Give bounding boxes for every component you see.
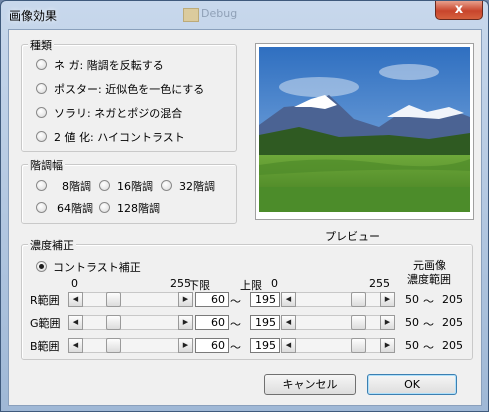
tone-64-label: 64階調 (57, 202, 93, 215)
g-upper-scrollbar[interactable]: ◀ ▶ (281, 315, 395, 330)
b-orig-lo: 50 (405, 339, 419, 352)
r-range-label: R範囲 (30, 294, 60, 307)
b-lower-thumb[interactable] (106, 338, 121, 353)
type-group: 種類 ネ ガ: 階調を反転する ポスター: 近似色を一色にする ソラリ: ネガと… (21, 37, 237, 152)
r-lower-input[interactable]: 60 (195, 292, 229, 307)
dialog-window: 画像効果 Debug x 種類 ネ ガ: 階調を反転する ポスター: 近似色を一… (0, 0, 489, 412)
binarize-label: 2 値 化: ハイコントラスト (54, 131, 185, 144)
lower-bound-label: 下限 (188, 279, 210, 292)
preview-frame (255, 43, 474, 220)
tilde: ～ (423, 341, 434, 354)
scroll-right-icon[interactable]: ▶ (178, 292, 193, 307)
tone-8-label: 8階調 (62, 180, 91, 193)
preview-label: プレビュー (325, 230, 380, 243)
tilde: ～ (230, 318, 241, 331)
scroll-right-icon[interactable]: ▶ (380, 292, 395, 307)
tone-64-radio[interactable] (36, 202, 47, 213)
b-lower-scrollbar[interactable]: ◀ ▶ (68, 338, 193, 353)
g-lower-input[interactable]: 60 (195, 315, 229, 330)
b-upper-input[interactable]: 195 (250, 338, 280, 353)
binarize-radio[interactable] (36, 131, 47, 142)
contrast-label: コントラスト補正 (53, 261, 141, 274)
r-upper-input[interactable]: 195 (250, 292, 280, 307)
g-lower-thumb[interactable] (106, 315, 121, 330)
tone-8-radio[interactable] (36, 180, 47, 191)
r-lower-thumb[interactable] (106, 292, 121, 307)
tilde: ～ (230, 341, 241, 354)
type-group-label: 種類 (28, 37, 54, 53)
tone-32-radio[interactable] (161, 180, 172, 191)
tone-32-label: 32階調 (179, 180, 215, 193)
b-range-label: B範囲 (30, 340, 60, 353)
negative-label: ネ ガ: 階調を反転する (54, 59, 164, 72)
poster-radio[interactable] (36, 83, 47, 94)
g-range-label: G範囲 (30, 317, 61, 330)
g-upper-input[interactable]: 195 (250, 315, 280, 330)
background-item-label: Debug (201, 7, 238, 20)
solarize-label: ソラリ: ネガとポジの混合 (54, 107, 183, 120)
lower-min-label: 0 (71, 277, 78, 290)
window-title: 画像効果 (9, 9, 58, 23)
tone-128-label: 128階調 (117, 202, 160, 215)
g-upper-thumb[interactable] (351, 315, 366, 330)
tone-16-radio[interactable] (99, 180, 110, 191)
solarize-radio[interactable] (36, 107, 47, 118)
b-lower-input[interactable]: 60 (195, 338, 229, 353)
scroll-right-icon[interactable]: ▶ (178, 338, 193, 353)
scroll-left-icon[interactable]: ◀ (281, 338, 296, 353)
title-bar[interactable]: 画像効果 Debug x (1, 1, 488, 29)
close-button[interactable]: x (435, 1, 483, 20)
scroll-left-icon[interactable]: ◀ (281, 315, 296, 330)
preview-image (259, 47, 470, 212)
tilde: ～ (230, 295, 241, 308)
b-upper-thumb[interactable] (351, 338, 366, 353)
scroll-right-icon[interactable]: ▶ (380, 315, 395, 330)
r-orig-hi: 205 (442, 293, 463, 306)
poster-label: ポスター: 近似色を一色にする (54, 83, 205, 96)
ok-button[interactable]: OK (367, 374, 457, 395)
tilde: ～ (423, 295, 434, 308)
folder-icon (183, 8, 199, 22)
b-upper-scrollbar[interactable]: ◀ ▶ (281, 338, 395, 353)
tone-group: 階調幅 8階調 16階調 32階調 64階調 128階調 (21, 157, 237, 224)
orig-range-label-2: 濃度範囲 (407, 273, 451, 286)
upper-max-label: 255 (369, 277, 390, 290)
scroll-left-icon[interactable]: ◀ (68, 315, 83, 330)
scroll-right-icon[interactable]: ▶ (178, 315, 193, 330)
tilde: ～ (423, 318, 434, 331)
scroll-right-icon[interactable]: ▶ (380, 338, 395, 353)
r-upper-scrollbar[interactable]: ◀ ▶ (281, 292, 395, 307)
density-group: 濃度補正 コントラスト補正 元画像 濃度範囲 0 255 下限 上限 0 255… (21, 237, 473, 360)
g-lower-scrollbar[interactable]: ◀ ▶ (68, 315, 193, 330)
r-orig-lo: 50 (405, 293, 419, 306)
scroll-left-icon[interactable]: ◀ (281, 292, 296, 307)
negative-radio[interactable] (36, 59, 47, 70)
dialog-client: 種類 ネ ガ: 階調を反転する ポスター: 近似色を一色にする ソラリ: ネガと… (8, 29, 482, 406)
tone-group-label: 階調幅 (28, 157, 65, 173)
r-lower-scrollbar[interactable]: ◀ ▶ (68, 292, 193, 307)
upper-min-label: 0 (271, 277, 278, 290)
scroll-left-icon[interactable]: ◀ (68, 292, 83, 307)
contrast-radio[interactable] (36, 261, 47, 272)
tone-16-label: 16階調 (117, 180, 153, 193)
cancel-button[interactable]: キャンセル (264, 374, 356, 395)
scroll-left-icon[interactable]: ◀ (68, 338, 83, 353)
density-group-label: 濃度補正 (28, 237, 76, 253)
g-orig-lo: 50 (405, 316, 419, 329)
g-orig-hi: 205 (442, 316, 463, 329)
b-orig-hi: 205 (442, 339, 463, 352)
upper-bound-label: 上限 (240, 279, 262, 292)
tone-128-radio[interactable] (99, 202, 110, 213)
r-upper-thumb[interactable] (351, 292, 366, 307)
